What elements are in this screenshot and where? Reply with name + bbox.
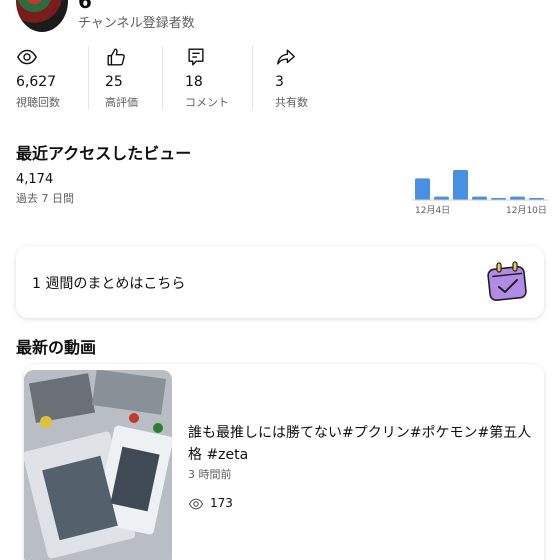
- stats-divider: [162, 46, 163, 110]
- latest-video-section-title: 最新の動画: [16, 338, 97, 357]
- stats-row: 6,627 視聴回数 25 高評価 18 コメント 3 共有数: [0, 44, 560, 114]
- subscriber-label: チャンネル登録者数: [78, 16, 195, 31]
- video-title: 誰も最推しには勝てない#プクリン#ポケモン#第五人格 #zeta: [188, 425, 532, 463]
- stats-divider: [88, 46, 89, 110]
- stats-divider: [252, 46, 253, 110]
- chart-bar: [415, 178, 430, 200]
- stat-comments-value: 18: [185, 74, 203, 90]
- video-thumbnail-image: [24, 370, 172, 560]
- stat-shares-value: 3: [275, 74, 284, 90]
- stat-comments-label: コメント: [185, 96, 229, 109]
- video-thumbnail[interactable]: [24, 370, 172, 560]
- recent-views-title: 最近アクセスしたビュー: [16, 144, 192, 163]
- chart-bar: [453, 170, 468, 200]
- stat-likes-value: 25: [105, 74, 123, 90]
- video-age: 3 時間前: [188, 468, 232, 481]
- chart-tick-label: 12月4日: [415, 206, 451, 216]
- calendar-check-icon: [487, 261, 527, 301]
- chart-tick-label: 12月10日: [506, 206, 547, 216]
- comment-icon: [188, 48, 204, 66]
- weekly-summary-text: 1 週間のまとめはこちら: [32, 276, 186, 292]
- thumbs-up-icon: [107, 48, 125, 66]
- channel-avatar[interactable]: [16, 0, 68, 32]
- latest-video-card[interactable]: 誰も最推しには勝てない#プクリン#ポケモン#第五人格 #zeta 3 時間前 1…: [24, 364, 544, 560]
- eye-icon: [188, 498, 204, 510]
- stat-likes-label: 高評価: [105, 96, 138, 109]
- stat-views-value: 6,627: [16, 74, 57, 90]
- stat-shares-label: 共有数: [275, 96, 308, 109]
- eye-icon: [17, 49, 37, 65]
- subscriber-count: 6: [78, 0, 92, 13]
- channel-header: 6 チャンネル登録者数: [0, 0, 560, 40]
- recent-views-period: 過去 7 日間: [16, 192, 74, 205]
- share-icon: [277, 49, 295, 65]
- weekly-summary-card[interactable]: 1 週間のまとめはこちら: [16, 246, 544, 318]
- video-views: 173: [210, 496, 233, 510]
- stat-views-label: 視聴回数: [16, 96, 60, 109]
- recent-views-value: 4,174: [16, 172, 54, 187]
